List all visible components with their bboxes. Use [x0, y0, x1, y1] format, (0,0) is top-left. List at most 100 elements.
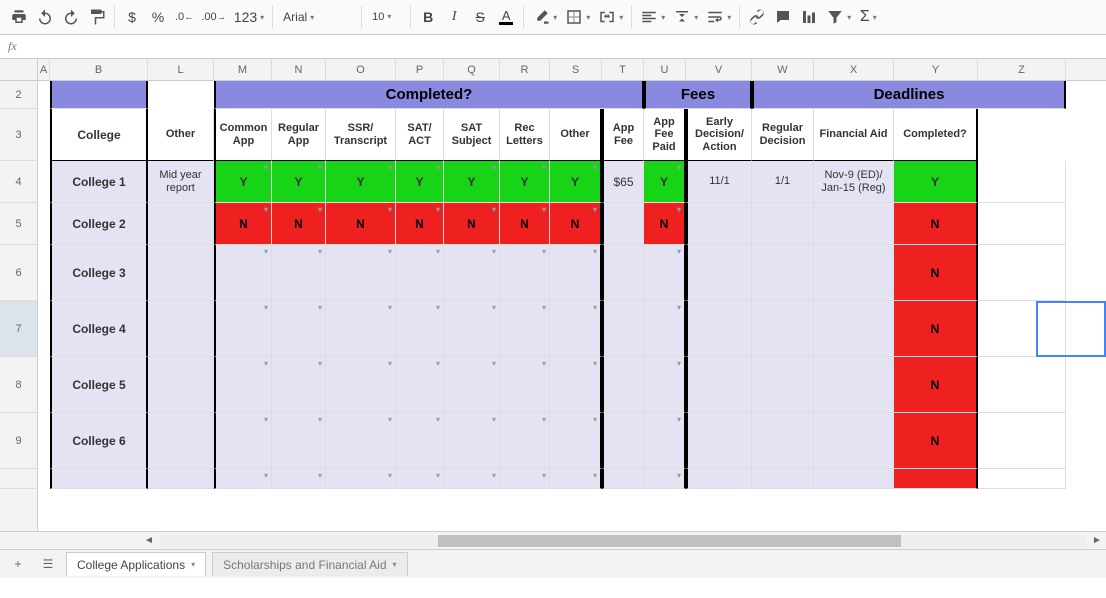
- grid-cells[interactable]: Completed?FeesDeadlinesCollegeOtherCommo…: [38, 81, 1106, 531]
- cell[interactable]: [814, 203, 894, 245]
- cell[interactable]: N: [214, 203, 272, 245]
- cell[interactable]: [326, 469, 396, 489]
- cell[interactable]: [602, 203, 644, 245]
- cell[interactable]: [214, 469, 272, 489]
- cell[interactable]: [752, 413, 814, 469]
- undo-icon[interactable]: [32, 3, 58, 31]
- column-header[interactable]: T: [602, 59, 644, 80]
- column-header[interactable]: B: [50, 59, 148, 80]
- cell[interactable]: [214, 301, 272, 357]
- cell[interactable]: [686, 469, 752, 489]
- cell[interactable]: [686, 413, 752, 469]
- cell[interactable]: [644, 357, 686, 413]
- cell[interactable]: [602, 413, 644, 469]
- cell[interactable]: Y: [444, 161, 500, 203]
- cell[interactable]: Deadlines: [752, 81, 1066, 109]
- cell[interactable]: [148, 301, 214, 357]
- cell[interactable]: [500, 245, 550, 301]
- cell[interactable]: Y: [214, 161, 272, 203]
- column-header[interactable]: N: [272, 59, 326, 80]
- cell[interactable]: College 5: [50, 357, 148, 413]
- row-header[interactable]: 6: [0, 245, 37, 301]
- cell[interactable]: N: [894, 357, 978, 413]
- cell[interactable]: [444, 357, 500, 413]
- cell[interactable]: [752, 469, 814, 489]
- halign-button[interactable]: [636, 3, 669, 31]
- column-header[interactable]: A: [38, 59, 50, 80]
- cell[interactable]: [602, 469, 644, 489]
- cell[interactable]: [396, 357, 444, 413]
- cell[interactable]: 1/1: [752, 161, 814, 203]
- font-size-select[interactable]: 10: [366, 5, 406, 29]
- filter-icon[interactable]: [822, 3, 855, 31]
- cell[interactable]: [444, 301, 500, 357]
- cell[interactable]: [272, 469, 326, 489]
- cell[interactable]: [38, 203, 50, 245]
- column-header[interactable]: U: [644, 59, 686, 80]
- cell[interactable]: N: [500, 203, 550, 245]
- scroll-right-icon[interactable]: ►: [1088, 532, 1106, 550]
- cell[interactable]: [50, 81, 148, 109]
- sheet-tab[interactable]: Scholarships and Financial Aid▾: [212, 552, 407, 576]
- cell[interactable]: [326, 357, 396, 413]
- cell[interactable]: College 4: [50, 301, 148, 357]
- cell[interactable]: Y: [272, 161, 326, 203]
- cell[interactable]: [444, 245, 500, 301]
- format-percent[interactable]: %: [145, 3, 171, 31]
- increase-decimal[interactable]: .00→: [197, 3, 229, 31]
- cell[interactable]: SAT/ ACT: [396, 109, 444, 161]
- cell[interactable]: Fees: [644, 81, 752, 109]
- cell[interactable]: Y: [550, 161, 602, 203]
- cell[interactable]: College 2: [50, 203, 148, 245]
- cell[interactable]: [272, 301, 326, 357]
- cell[interactable]: Completed?: [894, 109, 978, 161]
- cell[interactable]: [752, 357, 814, 413]
- column-header[interactable]: X: [814, 59, 894, 80]
- cell[interactable]: [814, 469, 894, 489]
- column-header[interactable]: R: [500, 59, 550, 80]
- cell[interactable]: [686, 245, 752, 301]
- cell[interactable]: Y: [644, 161, 686, 203]
- cell[interactable]: [444, 413, 500, 469]
- cell[interactable]: N: [444, 203, 500, 245]
- cell[interactable]: Mid year report: [148, 161, 214, 203]
- cell[interactable]: [550, 357, 602, 413]
- cell[interactable]: App Fee: [602, 109, 644, 161]
- cell[interactable]: [602, 301, 644, 357]
- cell[interactable]: [396, 301, 444, 357]
- row-header[interactable]: 9: [0, 413, 37, 469]
- cell[interactable]: [500, 357, 550, 413]
- cell[interactable]: [550, 301, 602, 357]
- cell[interactable]: [38, 413, 50, 469]
- cell[interactable]: [686, 301, 752, 357]
- cell[interactable]: Y: [894, 161, 978, 203]
- merge-button[interactable]: [594, 3, 627, 31]
- cell[interactable]: Y: [396, 161, 444, 203]
- cell[interactable]: [148, 245, 214, 301]
- bold-button[interactable]: B: [415, 3, 441, 31]
- cell[interactable]: College 3: [50, 245, 148, 301]
- row-header[interactable]: [0, 469, 37, 489]
- column-header[interactable]: S: [550, 59, 602, 80]
- column-header[interactable]: Q: [444, 59, 500, 80]
- cell[interactable]: [814, 301, 894, 357]
- cell[interactable]: Regular App: [272, 109, 326, 161]
- cell[interactable]: [644, 301, 686, 357]
- column-header[interactable]: P: [396, 59, 444, 80]
- row-header[interactable]: 3: [0, 109, 37, 161]
- cell[interactable]: N: [326, 203, 396, 245]
- cell[interactable]: [272, 245, 326, 301]
- row-header[interactable]: 8: [0, 357, 37, 413]
- cell[interactable]: [814, 245, 894, 301]
- cell[interactable]: College 6: [50, 413, 148, 469]
- formula-input[interactable]: [30, 35, 1106, 58]
- cell[interactable]: [644, 245, 686, 301]
- chart-icon[interactable]: [796, 3, 822, 31]
- fill-color-button[interactable]: [528, 3, 561, 31]
- cell[interactable]: N: [894, 203, 978, 245]
- cell[interactable]: [396, 245, 444, 301]
- cell[interactable]: [214, 245, 272, 301]
- cell[interactable]: [978, 203, 1066, 245]
- cell[interactable]: [686, 357, 752, 413]
- cell[interactable]: SAT Subject: [444, 109, 500, 161]
